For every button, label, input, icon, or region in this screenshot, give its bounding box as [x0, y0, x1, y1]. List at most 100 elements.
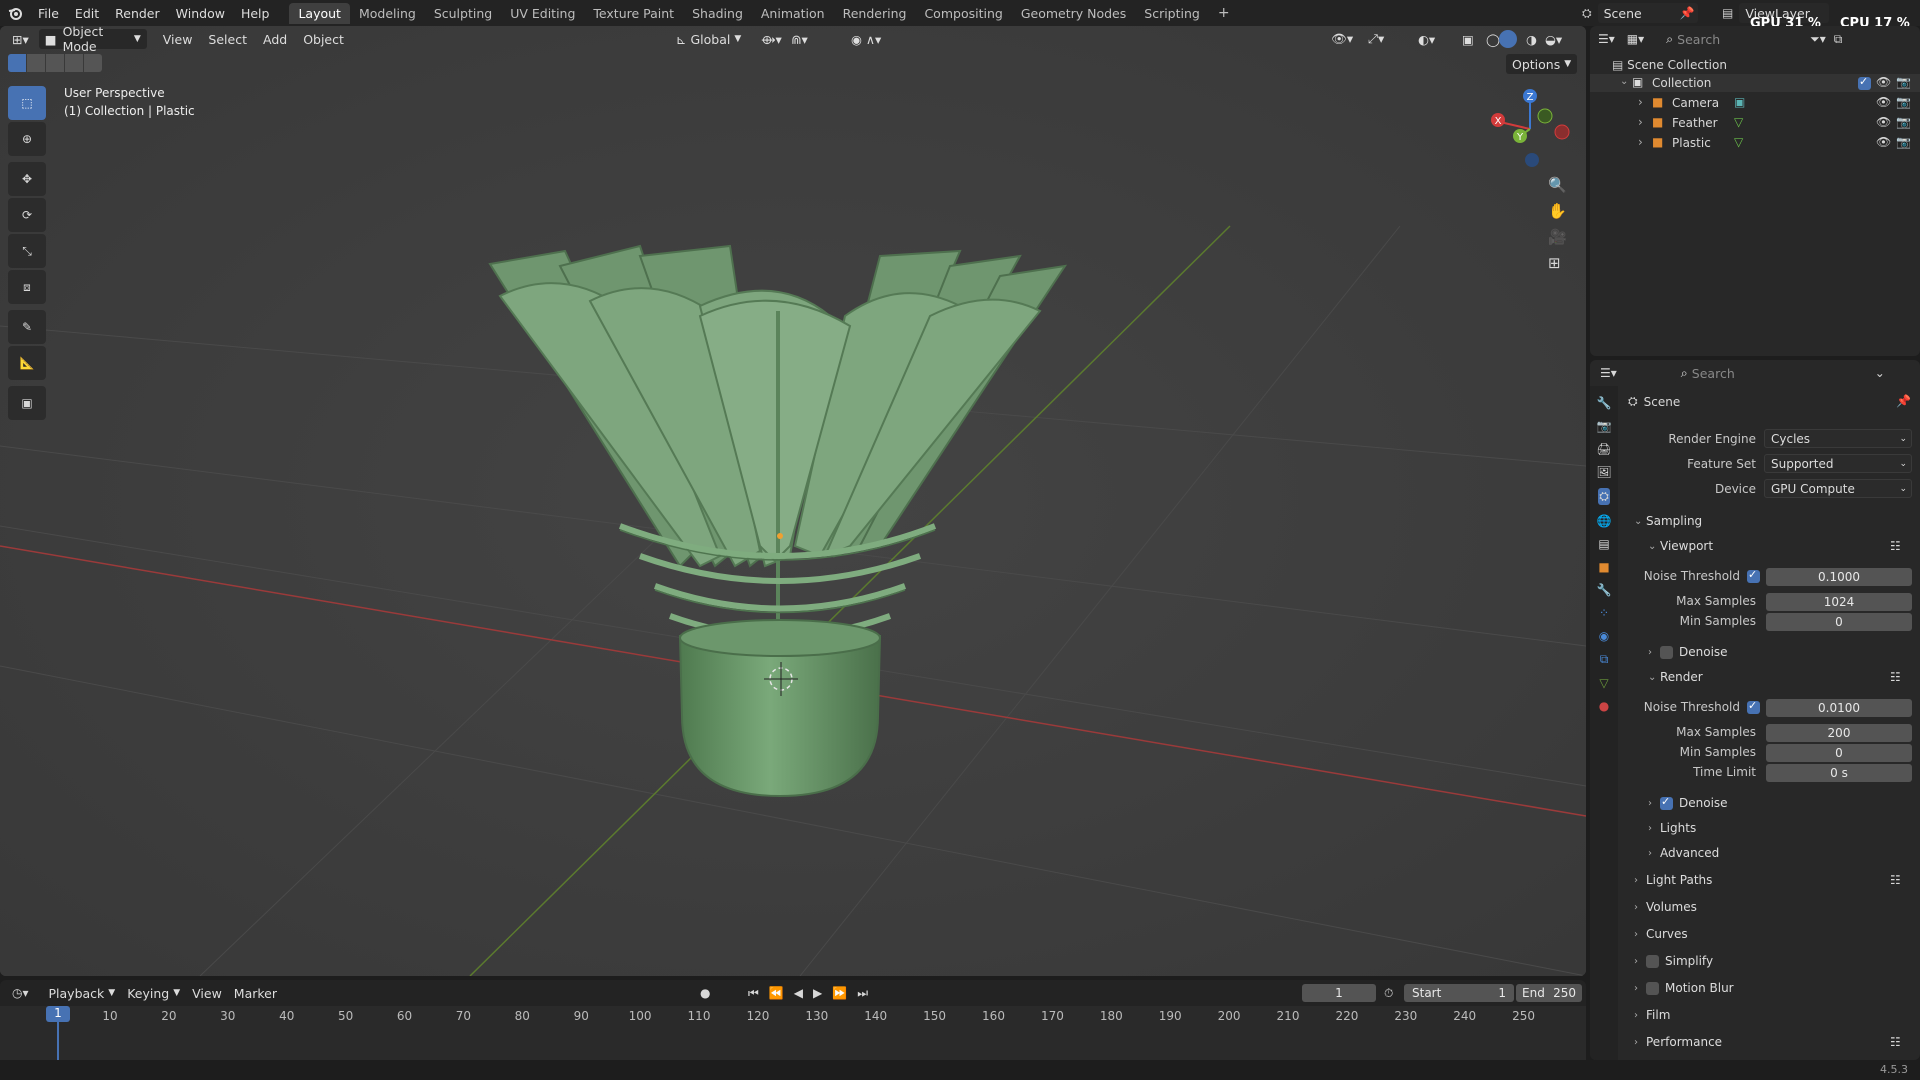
blender-logo-icon[interactable]	[0, 0, 30, 26]
end-frame-field[interactable]: End 250	[1516, 984, 1582, 1002]
world-tab-icon[interactable]: 🌐	[1597, 514, 1612, 528]
tab-compositing[interactable]: Compositing	[915, 3, 1011, 24]
collection-tab-icon[interactable]: ▤	[1598, 537, 1609, 551]
sampling-panel-header[interactable]: ⌄ Sampling	[1634, 514, 1702, 528]
options-button[interactable]: Options ▼	[1506, 54, 1578, 74]
auto-keying-icon[interactable]: ●	[700, 986, 710, 1000]
shading-rendered-icon[interactable]: ◒▾	[1539, 29, 1568, 49]
camera-render-icon[interactable]: 📷	[1896, 135, 1911, 149]
advanced-subpanel-header[interactable]: › Advanced	[1648, 846, 1719, 860]
menu-render[interactable]: Render	[107, 6, 168, 21]
constraints-tab-icon[interactable]: ⧉	[1600, 652, 1609, 667]
presets-icon[interactable]: ☷	[1890, 539, 1901, 553]
film-panel-header[interactable]: › Film	[1634, 1008, 1670, 1022]
volumes-panel-header[interactable]: › Volumes	[1634, 900, 1697, 914]
viewport-noise-threshold-checkbox[interactable]	[1747, 568, 1760, 583]
scene-tab-icon[interactable]: ⛭	[1598, 488, 1610, 505]
modifier-tab-icon[interactable]: 🔧	[1597, 583, 1612, 597]
device-dropdown[interactable]: GPU Compute ⌄	[1764, 479, 1912, 498]
lights-subpanel-header[interactable]: › Lights	[1648, 821, 1696, 835]
outliner-root[interactable]: ▤ Scene Collection	[1612, 58, 1727, 72]
menu-object[interactable]: Object	[295, 32, 352, 47]
pin-icon[interactable]: 📌	[1896, 394, 1911, 408]
outliner-item-camera[interactable]: › ■ Camera ▣ 👁 📷	[1590, 94, 1920, 112]
tab-shading[interactable]: Shading	[683, 3, 752, 24]
simplify-checkbox[interactable]	[1646, 954, 1659, 968]
render-noise-threshold-field[interactable]: 0.0100	[1766, 699, 1912, 717]
eye-icon[interactable]: 👁	[1876, 95, 1891, 109]
camera-render-icon[interactable]: 📷	[1896, 115, 1911, 129]
tab-uv-editing[interactable]: UV Editing	[501, 3, 584, 24]
chevron-down-icon[interactable]: ⌄	[1620, 76, 1628, 87]
current-frame-field[interactable]: 1	[1302, 984, 1376, 1002]
tab-geometry-nodes[interactable]: Geometry Nodes	[1012, 3, 1135, 24]
render-max-samples-field[interactable]: 200	[1766, 724, 1912, 742]
view-layer-tab-icon[interactable]: 🖼	[1596, 465, 1611, 479]
camera-render-icon[interactable]: 📷	[1896, 95, 1911, 109]
outliner-search[interactable]: ⌕ Search	[1660, 29, 1771, 49]
jump-end-icon[interactable]: ⏭	[857, 986, 868, 1001]
performance-panel-header[interactable]: › Performance	[1634, 1035, 1722, 1049]
curves-panel-header[interactable]: › Curves	[1634, 927, 1688, 941]
zoom-icon[interactable]: 🔍	[1548, 176, 1567, 194]
viewport-min-samples-field[interactable]: 0	[1766, 613, 1912, 631]
outliner-editor-icon[interactable]: ☰▾	[1598, 32, 1615, 46]
chevron-right-icon[interactable]: ›	[1638, 115, 1643, 129]
rotate-tool[interactable]: ⟳	[8, 198, 46, 232]
visibility-icon[interactable]: 👁▾	[1325, 29, 1359, 49]
prev-keyframe-icon[interactable]: ⏪	[769, 986, 784, 1001]
select-extend-icon[interactable]	[27, 54, 45, 72]
transform-tool[interactable]: ⧈	[8, 270, 46, 304]
presets-icon[interactable]: ☷	[1890, 1035, 1901, 1049]
render-denoise-header[interactable]: › Denoise	[1648, 795, 1728, 811]
chevron-right-icon[interactable]: ›	[1638, 135, 1643, 149]
light-paths-panel-header[interactable]: › Light Paths	[1634, 873, 1712, 887]
tab-layout[interactable]: Layout	[289, 2, 350, 24]
hand-pan-icon[interactable]: ✋	[1548, 202, 1567, 220]
snap-icon[interactable]: ⋒▾	[785, 29, 814, 49]
render-tab-icon[interactable]: 📷	[1597, 419, 1612, 433]
simplify-panel-header[interactable]: › Simplify	[1634, 954, 1713, 968]
presets-icon[interactable]: ☷	[1890, 873, 1901, 887]
render-denoise-checkbox[interactable]	[1660, 795, 1673, 810]
add-cube-tool[interactable]: ▣	[8, 386, 46, 420]
transform-orientation-dropdown[interactable]: ⊾ Global ▼	[670, 29, 747, 49]
render-engine-dropdown[interactable]: Cycles ⌄	[1764, 429, 1912, 448]
menu-file[interactable]: File	[30, 6, 67, 21]
new-collection-icon[interactable]: ⧉	[1834, 32, 1843, 47]
menu-help[interactable]: Help	[233, 6, 278, 21]
eye-icon[interactable]: 👁	[1876, 135, 1891, 149]
jump-start-icon[interactable]: ⏮	[748, 986, 759, 1001]
filter-icon[interactable]: ⏷▾	[1810, 32, 1826, 47]
viewport-subpanel-header[interactable]: ⌄ Viewport	[1648, 539, 1713, 553]
render-time-limit-field[interactable]: 0 s	[1766, 764, 1912, 782]
menu-window[interactable]: Window	[168, 6, 233, 21]
chevron-right-icon[interactable]: ›	[1638, 95, 1643, 109]
camera-view-icon[interactable]: 🎥	[1548, 228, 1567, 246]
xray-icon[interactable]: ▣	[1456, 29, 1480, 49]
play-reverse-icon[interactable]: ◀	[794, 986, 803, 1001]
data-tab-icon[interactable]: ▽	[1599, 676, 1608, 690]
start-frame-field[interactable]: Start 1	[1404, 984, 1514, 1002]
motion-blur-panel-header[interactable]: › Motion Blur	[1634, 981, 1734, 995]
scale-tool[interactable]: ⤡	[8, 234, 46, 268]
viewport-denoise-header[interactable]: › Denoise	[1648, 645, 1728, 659]
ortho-grid-icon[interactable]: ⊞	[1548, 254, 1567, 272]
shading-solid-icon[interactable]	[1499, 30, 1517, 48]
select-box-tool[interactable]: ⬚	[8, 86, 46, 120]
tab-modeling[interactable]: Modeling	[350, 3, 425, 24]
editor-type-icon[interactable]: ⊞▾	[6, 29, 35, 49]
filter-display-icon[interactable]: ▦▾	[1627, 32, 1644, 46]
motion-blur-checkbox[interactable]	[1646, 981, 1659, 995]
navigation-gizmo[interactable]: Z X Y	[1490, 84, 1570, 174]
viewport-denoise-checkbox[interactable]	[1660, 645, 1673, 659]
render-noise-threshold-checkbox[interactable]	[1747, 699, 1760, 714]
play-icon[interactable]: ▶	[813, 986, 822, 1001]
next-keyframe-icon[interactable]: ⏩	[832, 986, 847, 1001]
gizmo-toggle-icon[interactable]: ⤢▾	[1362, 29, 1390, 49]
eye-icon[interactable]: 👁	[1876, 75, 1891, 89]
tab-scripting[interactable]: Scripting	[1135, 3, 1209, 24]
eye-icon[interactable]: 👁	[1876, 115, 1891, 129]
tab-texture-paint[interactable]: Texture Paint	[584, 3, 683, 24]
overlays-icon[interactable]: ◐▾	[1412, 29, 1441, 49]
